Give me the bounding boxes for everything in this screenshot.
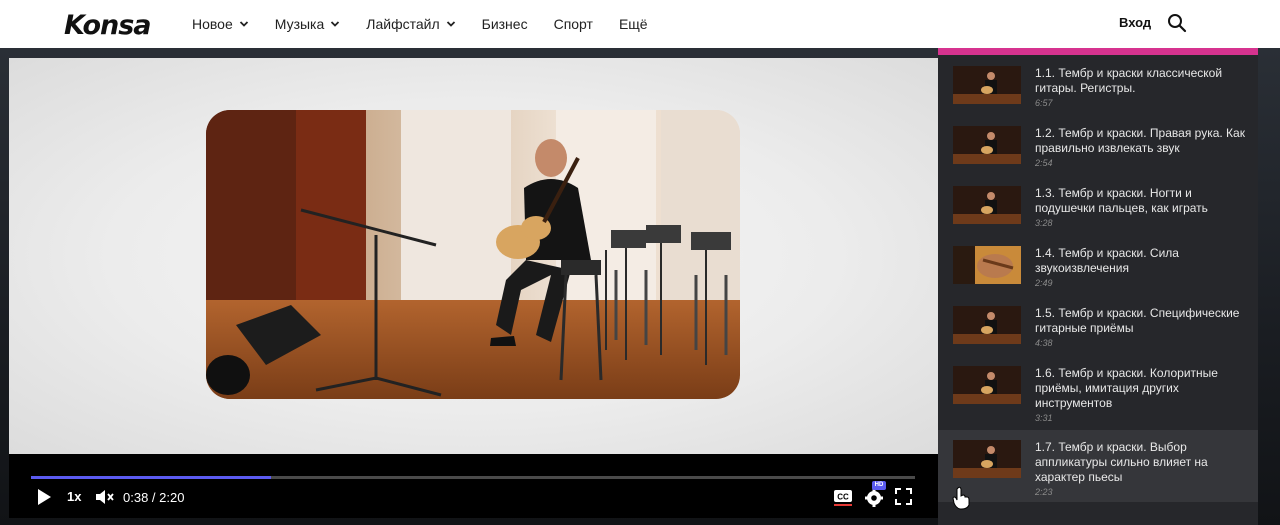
nav-item-sport[interactable]: Спорт: [554, 16, 593, 32]
playlist-item-duration: 3:28: [1035, 218, 1053, 228]
playlist-item-text: 1.4. Тембр и краски. Сила звукоизвлечени…: [1035, 246, 1250, 289]
progress-fill: [31, 476, 271, 479]
video-still-guitarist: [206, 110, 740, 399]
playlist-item-duration: 2:54: [1035, 158, 1053, 168]
video-thumbnail: [953, 366, 1021, 404]
playlist-item-duration: 3:31: [1035, 413, 1053, 423]
playlist-item[interactable]: 1.2. Тембр и краски. Правая рука. Как пр…: [938, 116, 1258, 176]
playlist-item-text: 1.2. Тембр и краски. Правая рука. Как пр…: [1035, 126, 1250, 169]
hd-badge: HD: [872, 481, 886, 490]
closed-captions-icon[interactable]: CC: [833, 487, 853, 507]
video-player[interactable]: 1x 0:38 / 2:20 CC HD: [9, 58, 938, 518]
play-icon[interactable]: [36, 488, 52, 506]
playlist-item-text: 1.1. Тембр и краски классической гитары.…: [1035, 66, 1250, 109]
hand-cursor-icon: [952, 486, 970, 510]
video-thumbnail: [953, 246, 1021, 284]
nav-item-new[interactable]: Новое: [192, 16, 249, 32]
chevron-down-icon: [331, 21, 340, 27]
playlist-item-title: 1.3. Тембр и краски. Ногти и подушечки п…: [1035, 186, 1208, 215]
playlist-item[interactable]: 1.5. Тембр и краски. Специфические гитар…: [938, 296, 1258, 356]
site-header: Konsa Новое Музыка Лайфстайл Бизнес Спор…: [0, 0, 1280, 48]
playlist-accent-bar: [938, 48, 1258, 55]
chevron-down-icon: [239, 21, 248, 27]
svg-text:CC: CC: [837, 493, 849, 502]
chevron-down-icon: [446, 21, 455, 27]
playlist-item-duration: 6:57: [1035, 98, 1053, 108]
playlist-item-text: 1.7. Тембр и краски. Выбор аппликатуры с…: [1035, 440, 1250, 498]
video-thumbnail: [953, 440, 1021, 478]
logo-text: Konsa: [64, 10, 151, 41]
nav-item-music[interactable]: Музыка: [275, 16, 341, 32]
playlist-item-title: 1.2. Тембр и краски. Правая рука. Как пр…: [1035, 126, 1245, 155]
playlist-item-title: 1.5. Тембр и краски. Специфические гитар…: [1035, 306, 1240, 335]
progress-bar[interactable]: [31, 476, 915, 479]
playlist-item-title: 1.6. Тембр и краски. Колоритные приёмы, …: [1035, 366, 1218, 410]
fullscreen-icon[interactable]: [895, 488, 912, 505]
video-thumbnail: [953, 66, 1021, 104]
playlist-item-text: 1.5. Тембр и краски. Специфические гитар…: [1035, 306, 1250, 349]
video-thumbnail: [953, 126, 1021, 164]
playback-speed-button[interactable]: 1x: [67, 489, 81, 504]
login-button[interactable]: Вход: [1119, 15, 1151, 30]
nav-label: Спорт: [553, 16, 593, 32]
playlist-item-duration: 4:38: [1035, 338, 1053, 348]
playlist-item-duration: 2:49: [1035, 278, 1053, 288]
playlist-item-title: 1.4. Тембр и краски. Сила звукоизвлечени…: [1035, 246, 1179, 275]
player-controls: 1x 0:38 / 2:20 CC HD: [9, 454, 938, 518]
nav-item-more[interactable]: Ещё: [619, 16, 648, 32]
playlist-item-title: 1.7. Тембр и краски. Выбор аппликатуры с…: [1035, 440, 1208, 484]
playlist-item[interactable]: 1.1. Тембр и краски классической гитары.…: [938, 56, 1258, 116]
nav-label: Бизнес: [481, 16, 528, 32]
search-icon[interactable]: [1167, 13, 1187, 33]
site-logo[interactable]: Konsa: [64, 9, 164, 41]
nav-label: Новое: [192, 16, 233, 32]
playlist-item[interactable]: 1.4. Тембр и краски. Сила звукоизвлечени…: [938, 236, 1258, 296]
nav-label: Лайфстайл: [366, 16, 440, 32]
video-thumbnail: [953, 186, 1021, 224]
playlist-item[interactable]: 1.6. Тембр и краски. Колоритные приёмы, …: [938, 356, 1258, 428]
nav-item-lifestyle[interactable]: Лайфстайл: [366, 16, 455, 32]
lesson-playlist: 1.1. Тембр и краски классической гитары.…: [938, 48, 1258, 525]
playlist-item-active[interactable]: 1.7. Тембр и краски. Выбор аппликатуры с…: [938, 430, 1258, 502]
playlist-item-text: 1.3. Тембр и краски. Ногти и подушечки п…: [1035, 186, 1250, 229]
playlist-item-title: 1.1. Тембр и краски классической гитары.…: [1035, 66, 1223, 95]
video-thumbnail: [953, 306, 1021, 344]
playlist-item-duration: 2:23: [1035, 487, 1053, 497]
playlist-item[interactable]: 1.3. Тембр и краски. Ногти и подушечки п…: [938, 176, 1258, 236]
video-frame[interactable]: [9, 58, 938, 454]
nav-label: Музыка: [274, 16, 325, 32]
nav-label: Ещё: [618, 16, 648, 32]
main-nav: Новое Музыка Лайфстайл Бизнес Спорт Ещё: [192, 0, 674, 48]
playlist-item-text: 1.6. Тембр и краски. Колоритные приёмы, …: [1035, 366, 1250, 424]
mute-icon[interactable]: [95, 489, 115, 505]
nav-item-business[interactable]: Бизнес: [482, 16, 528, 32]
time-display: 0:38 / 2:20: [123, 490, 185, 505]
